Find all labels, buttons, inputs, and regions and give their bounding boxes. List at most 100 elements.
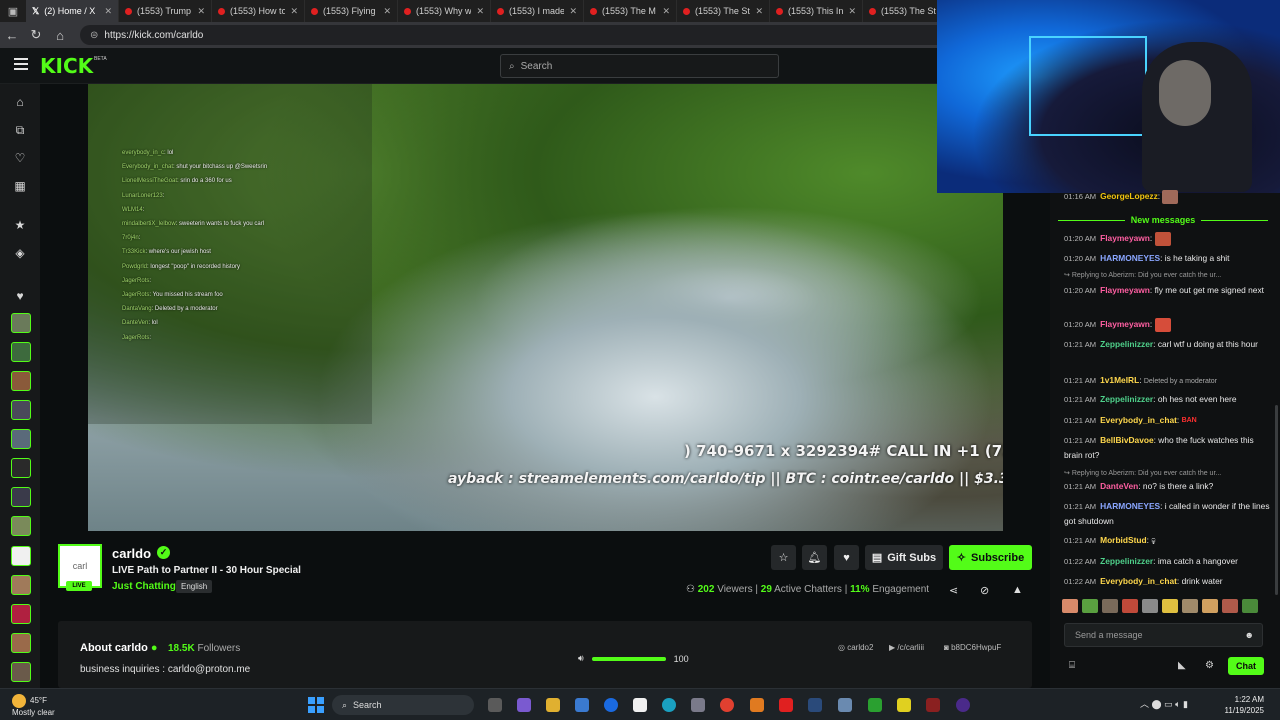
chat-username[interactable]: DanteVen (1100, 481, 1138, 491)
chat-username[interactable]: Flaymeyawn (1100, 319, 1150, 329)
obs-icon[interactable] (956, 698, 970, 712)
following-heart-icon[interactable]: ♡ (12, 150, 28, 166)
emote-button[interactable] (1082, 599, 1098, 613)
volume-icon[interactable]: 🔊︎ (578, 653, 584, 664)
discord-link[interactable]: ◙ b8DC6HwpuF (944, 643, 1001, 652)
system-tray[interactable]: ︿ ⬤ ▭ 🔈︎ ▮ (1140, 697, 1188, 710)
subscribe-button[interactable]: ✧ Subscribe (949, 545, 1032, 570)
browser-tab[interactable]: (1553) How to ✕ (212, 0, 305, 22)
reply-context[interactable]: ↪ Replying to Aberizm: Did you ever catc… (1064, 469, 1221, 477)
menu-icon[interactable] (14, 58, 28, 72)
followed-channel-avatar[interactable] (11, 487, 31, 507)
browser-tab[interactable]: (1553) The Str ✕ (677, 0, 770, 22)
gift-subs-button[interactable]: ▤ Gift Subs (865, 545, 943, 570)
followed-channel-avatar[interactable] (11, 458, 31, 478)
followed-channel-avatar[interactable] (11, 429, 31, 449)
chat-username[interactable]: HARMONEYES (1100, 253, 1160, 263)
rocket-icon[interactable]: ◈ (12, 245, 28, 261)
xbox-icon[interactable] (868, 698, 882, 712)
home-nav-icon[interactable]: ⌂ (12, 94, 28, 110)
taskbar-search[interactable]: ⌕ Search (332, 695, 474, 715)
emote-button[interactable] (1182, 599, 1198, 613)
app-icon[interactable] (897, 698, 911, 712)
emote-button[interactable] (1222, 599, 1238, 613)
browser-tab[interactable]: (1553) Trump ✕ (119, 0, 212, 22)
share-icon[interactable]: ⋖ (949, 584, 958, 597)
chat-username[interactable]: Everybody_in_chat (1100, 415, 1177, 425)
followed-channel-avatar[interactable] (11, 633, 31, 653)
vlc-icon[interactable] (750, 698, 764, 712)
star-icon[interactable]: ★ (12, 217, 28, 233)
close-tab-icon[interactable]: ✕ (104, 6, 112, 17)
chat-username[interactable]: 1v1MeIRL (1100, 375, 1139, 385)
video-player[interactable]: everybody_in_c: lol Everybody_in_chat: sh… (88, 84, 1003, 531)
follow-button[interactable]: ♥ (834, 545, 859, 570)
hide-icon[interactable]: ⊘ (980, 584, 989, 597)
emote-button[interactable] (1142, 599, 1158, 613)
favorite-star-button[interactable]: ☆ (771, 545, 796, 570)
close-tab-icon[interactable]: ✕ (290, 6, 298, 17)
browser-tab[interactable]: 𝕏 (2) Home / X ✕ (26, 0, 119, 22)
copilot-icon[interactable] (517, 698, 531, 712)
close-tab-icon[interactable]: ✕ (848, 6, 856, 17)
file-explorer-icon[interactable] (546, 698, 560, 712)
browser-tab[interactable]: (1553) The M ✕ (584, 0, 677, 22)
gift-icon[interactable]: ⌸ (1069, 660, 1075, 671)
followed-channel-avatar[interactable] (11, 371, 31, 391)
instagram-link[interactable]: ◎ carldo2 (838, 643, 873, 652)
facebook-icon[interactable] (604, 698, 618, 712)
reload-icon[interactable]: ↻ (24, 23, 48, 47)
task-view-icon[interactable] (488, 698, 502, 712)
steam-icon[interactable] (808, 698, 822, 712)
followed-channel-avatar[interactable] (11, 604, 31, 624)
chat-username[interactable]: MorbidStud (1100, 535, 1147, 545)
kick-logo[interactable]: KICK (40, 54, 93, 78)
home-icon[interactable]: ⌂ (48, 23, 72, 47)
clock[interactable]: 1:22 AM 11/19/2025 (1222, 694, 1264, 716)
notifications-button[interactable]: 🔔︎ (802, 545, 827, 570)
close-tab-icon[interactable]: ✕ (662, 6, 670, 17)
chat-send-button[interactable]: Chat (1228, 657, 1264, 675)
clip-icon[interactable]: ◣ (1178, 660, 1186, 671)
edge-icon[interactable] (662, 698, 676, 712)
favorites-heart-icon[interactable]: ♥ (12, 288, 28, 304)
followed-channel-avatar[interactable] (11, 313, 31, 333)
report-icon[interactable]: ▲ (1012, 584, 1023, 596)
youtube-icon[interactable] (779, 698, 793, 712)
followed-channel-avatar[interactable] (11, 516, 31, 536)
emote-button[interactable] (1122, 599, 1138, 613)
language-tag[interactable]: English (176, 580, 213, 593)
chat-scrollbar[interactable] (1275, 405, 1278, 595)
chrome-icon[interactable] (720, 698, 734, 712)
followed-channel-avatar[interactable] (11, 662, 31, 682)
start-button[interactable] (308, 697, 324, 713)
followed-channel-avatar[interactable] (11, 400, 31, 420)
followed-channel-avatar[interactable] (11, 546, 31, 566)
chat-settings-icon[interactable]: ⚙ (1205, 660, 1214, 671)
emote-button[interactable] (1062, 599, 1078, 613)
category-link[interactable]: Just Chatting (112, 581, 176, 592)
emote-button[interactable] (1202, 599, 1218, 613)
chat-username[interactable]: HARMONEYES (1100, 501, 1160, 511)
chat-username[interactable]: Everybody_in_chat (1100, 576, 1177, 586)
browser-tab[interactable]: (1553) Flying ✕ (305, 0, 398, 22)
app-icon[interactable] (838, 698, 852, 712)
chat-input[interactable]: Send a message ☻ (1064, 623, 1263, 647)
chat-username[interactable]: Zeppelinizzer (1100, 556, 1153, 566)
followed-channel-avatar[interactable] (11, 575, 31, 595)
chat-username[interactable]: Zeppelinizzer (1100, 394, 1153, 404)
close-tab-icon[interactable]: ✕ (197, 6, 205, 17)
chat-username[interactable]: Zeppelinizzer (1100, 339, 1153, 349)
weather-widget[interactable]: 45°F Mostly clear (12, 694, 55, 718)
calculator-icon[interactable] (691, 698, 705, 712)
store-icon[interactable] (575, 698, 589, 712)
chat-username[interactable]: Flaymeyawn (1100, 285, 1150, 295)
chat-username[interactable]: BellBivDavoe (1100, 435, 1154, 445)
browser-tab[interactable]: (1553) This In ✕ (770, 0, 863, 22)
categories-icon[interactable]: ▦ (12, 178, 28, 194)
close-tab-icon[interactable]: ✕ (755, 6, 763, 17)
amazon-icon[interactable] (633, 698, 647, 712)
close-tab-icon[interactable]: ✕ (569, 6, 577, 17)
close-tab-icon[interactable]: ✕ (383, 6, 391, 17)
app-icon[interactable] (926, 698, 940, 712)
